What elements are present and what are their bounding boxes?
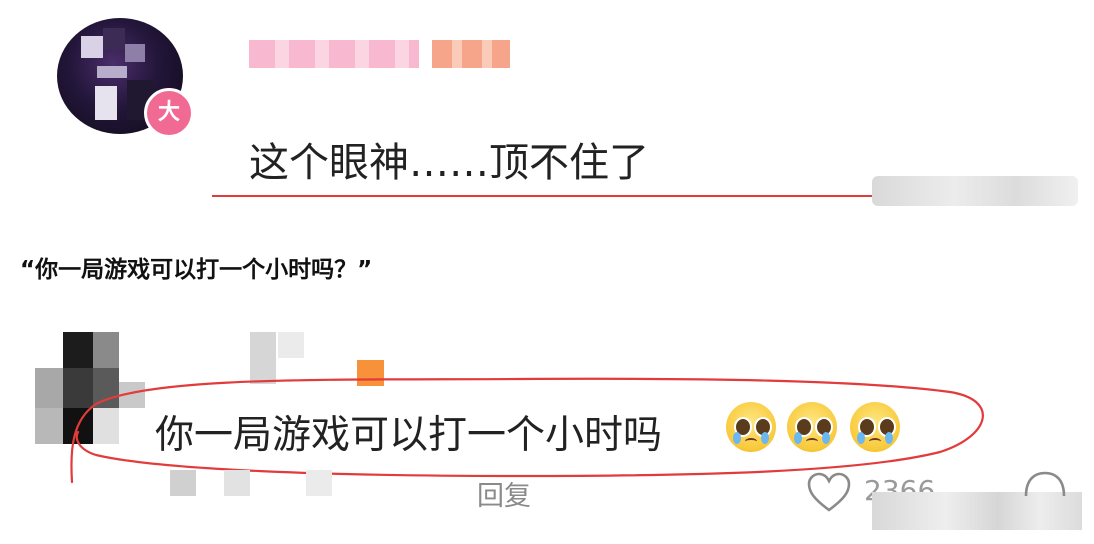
reply-button[interactable]: 回复 [477,474,531,513]
heart-icon[interactable] [806,472,852,514]
reply-meta-blurred [170,470,340,496]
circle-annotation [70,377,984,484]
more-icon[interactable] [1022,470,1068,498]
